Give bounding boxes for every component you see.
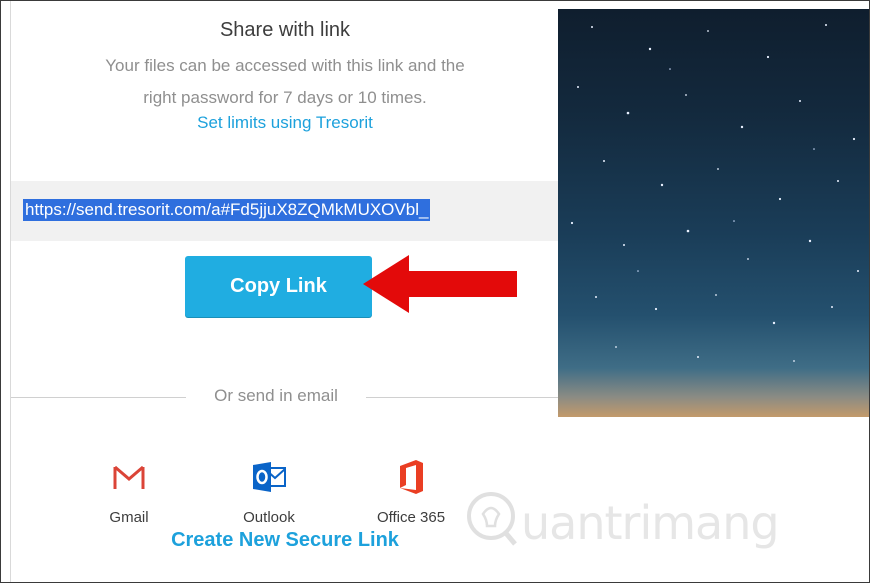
share-title: Share with link [219,19,351,41]
divider-left [11,397,186,398]
office365-label: Office 365 [376,509,446,526]
office365-option[interactable]: Office 365 [366,457,456,526]
outlook-label: Outlook [243,509,295,526]
gmail-icon [113,465,145,489]
gmail-option[interactable]: Gmail [84,457,174,526]
quantrimang-watermark: uantrimang [463,488,803,560]
outlook-option[interactable]: Outlook [224,457,314,526]
share-url-field[interactable]: https://send.tresorit.com/a#Fd5jjuX8ZQMk… [11,181,559,241]
night-sky-image [558,9,869,417]
watermark-logo-icon [467,492,517,546]
share-url-text[interactable]: https://send.tresorit.com/a#Fd5jjuX8ZQMk… [23,199,431,221]
share-description: Your files can be accessed with this lin… [31,50,539,114]
outlook-icon [253,462,286,492]
share-dialog-screenshot: Share with link Your files can be access… [0,0,870,583]
description-line-1: Your files can be accessed with this lin… [105,56,465,75]
copy-link-button[interactable]: Copy Link [185,256,372,317]
watermark-text: uantrimang [521,496,780,550]
gmail-label: Gmail [109,509,149,526]
set-limits-link[interactable]: Set limits using Tresorit [11,113,559,133]
star-field [570,24,859,362]
or-send-email-label: Or send in email [214,386,338,405]
office365-icon [400,460,423,494]
description-line-2: right password for 7 days or 10 times. [143,88,427,107]
divider-right [366,397,559,398]
red-arrow-annotation [363,255,517,313]
